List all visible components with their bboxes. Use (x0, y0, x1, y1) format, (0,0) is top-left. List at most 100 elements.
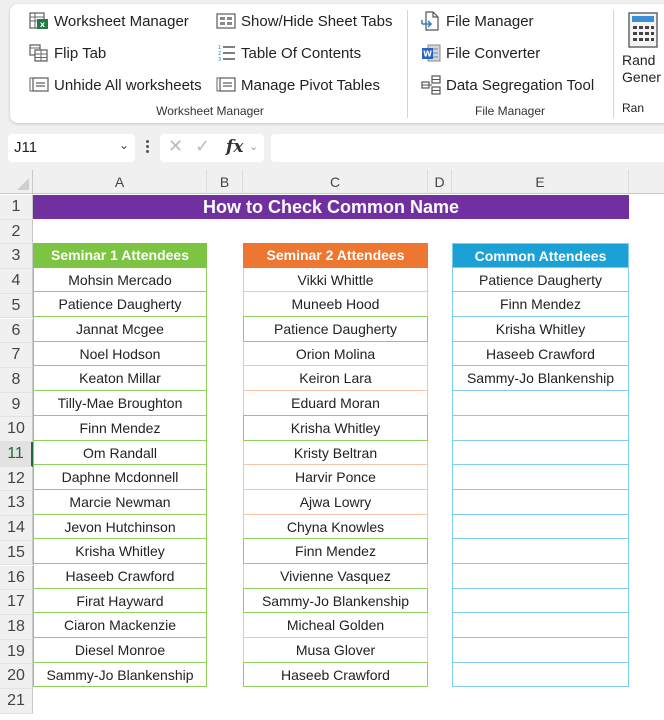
seminar2-cell[interactable]: Muneeb Hood (243, 292, 428, 318)
common-attendees-cell[interactable] (452, 563, 629, 589)
seminar1-cell[interactable]: Finn Mendez (33, 415, 207, 441)
seminar1-cell[interactable]: Om Randall (33, 440, 207, 466)
row-header[interactable]: 12 (0, 466, 33, 492)
seminar2-cell[interactable]: Finn Mendez (243, 538, 428, 564)
common-attendees-cell[interactable] (452, 662, 629, 688)
seminar1-cell[interactable]: Keaton Millar (33, 366, 207, 392)
row-header[interactable]: 5 (0, 293, 33, 319)
row-header[interactable]: 6 (0, 318, 33, 344)
chevron-down-icon[interactable]: ⌄ (119, 138, 129, 152)
seminar1-cell[interactable]: Ciaron Mackenzie (33, 613, 207, 638)
common-attendees-cell[interactable] (452, 391, 629, 416)
seminar1-cell[interactable]: Daphne Mcdonnell (33, 465, 207, 490)
row-header[interactable]: 15 (0, 540, 33, 566)
seminar2-cell[interactable]: Vivienne Vasquez (243, 563, 428, 589)
seminar1-cell[interactable]: Sammy-Jo Blankenship (33, 662, 207, 688)
row-header[interactable]: 13 (0, 491, 33, 517)
seminar2-cell[interactable]: Eduard Moran (243, 391, 428, 416)
common-attendees-cell[interactable] (452, 465, 629, 490)
seminar2-cell[interactable]: Vikki Whittle (243, 267, 428, 293)
row-header[interactable]: 17 (0, 590, 33, 615)
seminar2-cell[interactable]: Sammy-Jo Blankenship (243, 587, 428, 614)
seminar2-cell[interactable]: Krisha Whitley (243, 414, 428, 441)
column-header-c[interactable]: C (243, 170, 428, 194)
common-attendees-cell[interactable]: Finn Mendez (452, 292, 629, 318)
common-attendees-cell[interactable]: Haseeb Crawford (452, 341, 629, 367)
seminar1-header[interactable]: Seminar 1 Attendees (33, 243, 207, 268)
confirm-icon[interactable]: ✓ (195, 136, 210, 157)
seminar1-cell[interactable]: Jevon Hutchinson (33, 514, 207, 540)
formula-input[interactable] (271, 134, 664, 162)
common-attendees-cell[interactable] (452, 489, 629, 515)
table-of-contents-button[interactable]: 123 Table Of Contents (216, 42, 361, 64)
name-box[interactable]: J11 ⌄ (8, 134, 135, 162)
show-hide-sheet-tabs-button[interactable]: Show/Hide Sheet Tabs (216, 10, 393, 32)
row-header[interactable]: 4 (0, 269, 33, 294)
seminar1-cell[interactable]: Jannat Mcgee (33, 317, 207, 342)
common-attendees-cell[interactable] (452, 613, 629, 638)
seminar2-cell[interactable]: Chyna Knowles (243, 514, 428, 540)
row-header[interactable]: 16 (0, 565, 33, 591)
row-header[interactable]: 7 (0, 343, 33, 368)
seminar1-cell[interactable]: Marcie Newman (33, 489, 207, 515)
common-attendees-cell[interactable]: Patience Daugherty (452, 267, 629, 293)
row-header[interactable]: 2 (0, 219, 33, 245)
row-header[interactable]: 19 (0, 639, 33, 665)
column-header-a[interactable]: A (33, 170, 207, 194)
common-attendees-cell[interactable] (452, 415, 629, 441)
common-attendees-header[interactable]: Common Attendees (452, 243, 629, 268)
row-header[interactable]: 10 (0, 417, 33, 442)
seminar2-cell[interactable]: Ajwa Lowry (243, 489, 428, 515)
common-attendees-cell[interactable] (452, 539, 629, 564)
seminar1-cell[interactable]: Noel Hodson (33, 341, 207, 367)
file-converter-button[interactable]: W File Converter (421, 42, 540, 64)
cancel-icon[interactable]: ✕ (168, 136, 183, 157)
unhide-all-worksheets-button[interactable]: Unhide All worksheets (29, 74, 202, 96)
insert-function-icon[interactable]: fx (226, 137, 243, 157)
seminar2-cell[interactable]: Harvir Ponce (243, 465, 428, 490)
seminar2-cell[interactable]: Kristy Beltran (243, 440, 428, 466)
common-attendees-cell[interactable] (452, 638, 629, 663)
seminar2-cell[interactable]: Musa Glover (243, 638, 428, 663)
common-attendees-cell[interactable] (452, 514, 629, 540)
seminar1-cell[interactable]: Tilly-Mae Broughton (33, 391, 207, 416)
seminar2-header[interactable]: Seminar 2 Attendees (243, 243, 428, 268)
more-options-icon[interactable] (144, 138, 150, 158)
seminar1-cell[interactable]: Mohsin Mercado (33, 267, 207, 293)
random-generator-button[interactable]: Rand Gener Ran (622, 12, 664, 117)
flip-tab-button[interactable]: Flip Tab (29, 42, 106, 64)
row-header[interactable]: 21 (0, 689, 33, 714)
row-header[interactable]: 1 (0, 195, 33, 220)
column-header-e[interactable]: E (452, 170, 629, 194)
seminar1-cell[interactable]: Krisha Whitley (33, 539, 207, 564)
row-header[interactable]: 3 (0, 244, 33, 270)
select-all-button[interactable] (0, 170, 33, 194)
chevron-down-icon[interactable]: ⌄ (249, 140, 258, 153)
row-header[interactable]: 20 (0, 664, 33, 689)
seminar2-cell[interactable]: Keiron Lara (243, 366, 428, 392)
manage-pivot-tables-button[interactable]: Manage Pivot Tables (216, 74, 380, 96)
seminar2-cell[interactable]: Patience Daugherty (243, 316, 428, 342)
sheet-title[interactable]: How to Check Common Name (33, 195, 629, 219)
seminar2-cell[interactable]: Micheal Golden (243, 613, 428, 638)
common-attendees-cell[interactable] (452, 440, 629, 466)
seminar1-cell[interactable]: Patience Daugherty (33, 292, 207, 318)
column-header-f[interactable] (629, 170, 664, 194)
row-header[interactable]: 18 (0, 614, 33, 640)
common-attendees-cell[interactable] (452, 588, 629, 614)
row-header[interactable]: 14 (0, 516, 33, 541)
seminar1-cell[interactable]: Firat Hayward (33, 588, 207, 614)
data-segregation-tool-button[interactable]: Data Segregation Tool (421, 74, 594, 96)
row-header[interactable]: 8 (0, 367, 33, 393)
seminar2-cell[interactable]: Haseeb Crawford (243, 661, 428, 688)
file-manager-button[interactable]: File Manager (421, 10, 534, 32)
column-header-d[interactable]: D (428, 170, 452, 194)
row-header[interactable]: 11 (0, 442, 33, 467)
seminar1-cell[interactable]: Diesel Monroe (33, 638, 207, 663)
row-header[interactable]: 9 (0, 392, 33, 418)
worksheet-manager-button[interactable]: x Worksheet Manager (29, 10, 189, 32)
column-header-b[interactable]: B (207, 170, 243, 194)
common-attendees-cell[interactable]: Krisha Whitley (452, 317, 629, 342)
common-attendees-cell[interactable]: Sammy-Jo Blankenship (452, 366, 629, 392)
seminar1-cell[interactable]: Haseeb Crawford (33, 563, 207, 589)
